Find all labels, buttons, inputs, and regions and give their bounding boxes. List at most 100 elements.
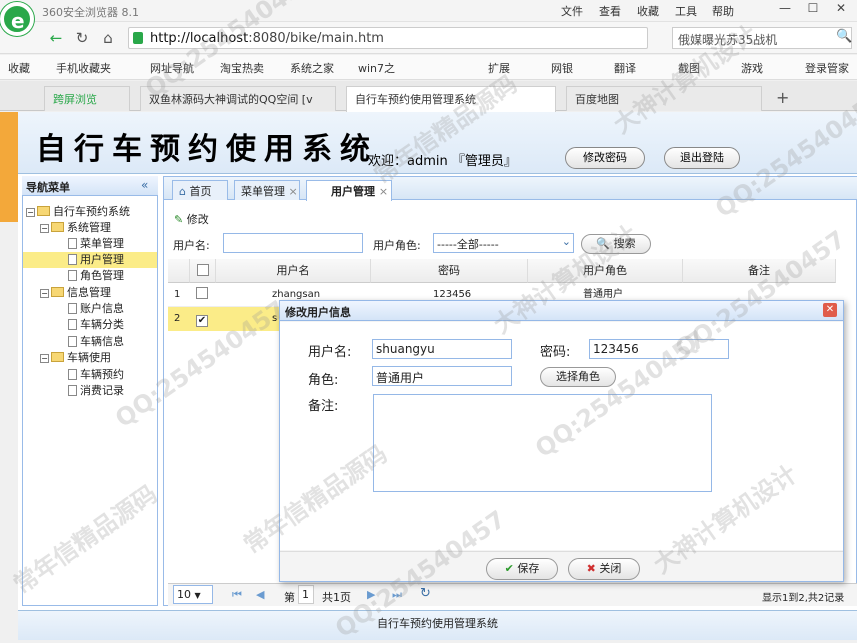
bookmark-nav[interactable]: 网址导航 — [150, 60, 194, 76]
total-pages: 共1页 — [322, 591, 351, 604]
save-button[interactable]: ✔ 保存 — [486, 558, 558, 580]
menu-favorites[interactable]: 收藏 — [637, 3, 659, 19]
grid-num-header — [168, 259, 190, 283]
browser-tab-qq[interactable]: 双鱼林源码大神调试的QQ空间 [v — [140, 86, 336, 111]
browser-tab-crossscreen[interactable]: 跨屏浏览 — [44, 86, 130, 111]
logout-button[interactable]: 退出登陆 — [664, 147, 740, 169]
pencil-icon: ✎ — [174, 213, 184, 226]
search-icon[interactable]: 🔍 — [836, 29, 852, 44]
check-icon: ✔ — [504, 562, 514, 575]
back-icon[interactable]: ← — [46, 28, 66, 48]
folder-icon — [37, 206, 50, 216]
dialog-note-textarea[interactable] — [373, 394, 712, 492]
folder-icon — [51, 287, 64, 297]
tree-vehicle-category[interactable]: 车辆分类 — [68, 317, 156, 333]
select-all-checkbox[interactable] — [196, 264, 209, 276]
dialog-role-label: 角色: — [308, 373, 339, 388]
search-button[interactable]: 🔍 搜索 — [581, 234, 651, 254]
first-page-icon[interactable]: ⏮ — [232, 588, 242, 602]
tree-menu-mgmt[interactable]: 菜单管理 — [68, 236, 156, 252]
edit-button[interactable]: ✎ 修改 — [174, 211, 209, 227]
grid-header-password: 密码 — [371, 259, 528, 283]
page-size-select[interactable]: 10 ▼ — [173, 585, 213, 604]
search-username-input[interactable] — [223, 233, 363, 253]
tree-consumption[interactable]: 消费记录 — [68, 383, 156, 399]
pager-summary: 显示1到2,共2记录 — [762, 593, 845, 604]
url-text: http://localhost:8080/bike/main.htm — [150, 31, 384, 46]
row-checkbox[interactable] — [196, 283, 208, 307]
folder-icon — [51, 222, 64, 232]
toolbar-screenshot[interactable]: 截图 — [678, 60, 700, 76]
grid-check-header[interactable] — [190, 259, 216, 283]
tree-account-info[interactable]: 账户信息 — [68, 301, 156, 317]
prev-page-icon[interactable]: ◀ — [256, 588, 264, 601]
refresh-icon[interactable]: ↻ — [72, 28, 92, 48]
tree-info-mgmt[interactable]: − 信息管理 — [40, 285, 156, 301]
home-icon[interactable]: ⌂ — [98, 28, 118, 48]
tab-home[interactable]: ⌂ 首页 — [172, 180, 228, 200]
browser-tab-bike[interactable]: 自行车预约使用管理系统 — [346, 86, 556, 112]
browser-logo-icon: e — [0, 2, 34, 36]
tab-user-mgmt[interactable]: 用户管理 × — [306, 180, 392, 201]
browser-app-name: 360安全浏览器 8.1 — [42, 6, 139, 19]
file-icon — [68, 270, 77, 281]
toolbar-bank[interactable]: 网银 — [551, 60, 573, 76]
menu-view[interactable]: 查看 — [599, 3, 621, 19]
bookmark-taobao[interactable]: 淘宝热卖 — [220, 60, 264, 76]
next-page-icon[interactable]: ▶ — [367, 588, 375, 601]
tree-root[interactable]: − 自行车预约系统 — [26, 204, 156, 220]
row-checkbox-checked[interactable]: ✔ — [196, 307, 208, 331]
file-icon — [68, 385, 77, 396]
welcome-text: 欢迎：admin 『管理员』 — [368, 154, 517, 169]
browser-tab-baidumap[interactable]: 百度地图 — [566, 86, 762, 111]
maximize-icon[interactable]: ☐ — [800, 1, 826, 20]
menu-tools[interactable]: 工具 — [675, 3, 697, 19]
bookmark-favorites[interactable]: 收藏 — [8, 60, 30, 76]
role-select[interactable]: -----全部----- ⌄ — [433, 233, 574, 253]
tree-system-mgmt[interactable]: − 系统管理 — [40, 220, 156, 236]
tree-role-mgmt[interactable]: 角色管理 — [68, 268, 156, 284]
new-tab-icon[interactable]: + — [776, 88, 789, 107]
tree-user-mgmt[interactable]: 用户管理 — [23, 252, 157, 268]
grid-header-role: 用户角色 — [528, 259, 683, 283]
menu-help[interactable]: 帮助 — [712, 3, 734, 19]
collapse-icon[interactable]: « — [141, 178, 148, 192]
file-icon — [68, 336, 77, 347]
dialog-note-label: 备注: — [308, 399, 339, 414]
home-tab-icon: ⌂ — [179, 185, 186, 198]
tree-vehicle-use[interactable]: − 车辆使用 — [40, 350, 156, 366]
dialog-role-input[interactable]: 普通用户 — [372, 366, 512, 386]
bookmark-mobile[interactable]: 手机收藏夹 — [56, 60, 111, 76]
search-role-label: 用户角色: — [373, 239, 421, 252]
toolbar-login[interactable]: 登录管家 — [805, 60, 849, 76]
search-username-label: 用户名: — [173, 239, 210, 252]
change-password-button[interactable]: 修改密码 — [565, 147, 645, 169]
browser-side-strip — [0, 112, 18, 222]
dialog-username-input[interactable]: shuangyu — [372, 339, 512, 359]
row-number: 1 — [174, 289, 181, 300]
secure-shield-icon — [133, 32, 143, 44]
cancel-icon: ✖ — [586, 562, 596, 575]
row-number: 2 — [174, 313, 181, 324]
dialog-close-icon[interactable]: ✕ — [823, 303, 837, 317]
close-button[interactable]: ✖ 关闭 — [568, 558, 640, 580]
minimize-icon[interactable]: — — [772, 1, 798, 20]
toolbar-translate[interactable]: 翻译 — [614, 60, 636, 76]
page-number-input[interactable]: 1 — [298, 585, 314, 604]
grid-header-note: 备注 — [683, 259, 836, 283]
toolbar-extensions[interactable]: 扩展 — [488, 60, 510, 76]
toolbar-games[interactable]: 游戏 — [741, 60, 763, 76]
file-icon — [68, 319, 77, 330]
bookmark-xitong[interactable]: 系统之家 — [290, 60, 334, 76]
close-window-icon[interactable]: ✕ — [828, 1, 854, 20]
dialog-password-input[interactable]: 123456 — [589, 339, 729, 359]
tree-vehicle-info[interactable]: 车辆信息 — [68, 334, 156, 350]
last-page-icon[interactable]: ⏭ — [392, 588, 402, 602]
tree-vehicle-booking[interactable]: 车辆预约 — [68, 367, 156, 383]
dialog-footer — [280, 551, 843, 581]
menu-file[interactable]: 文件 — [561, 3, 583, 19]
tab-menu-mgmt[interactable]: 菜单管理 × — [234, 180, 300, 200]
refresh-grid-icon[interactable]: ↻ — [420, 586, 431, 601]
choose-role-button[interactable]: 选择角色 — [540, 367, 616, 387]
bookmark-win7[interactable]: win7之 — [358, 60, 395, 76]
